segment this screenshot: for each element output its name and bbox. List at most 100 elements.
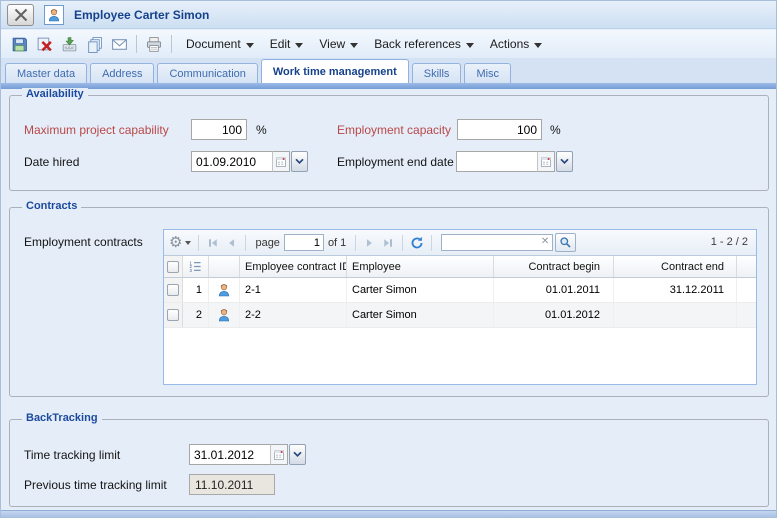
last-page-button[interactable] <box>379 234 397 252</box>
calendar-button[interactable] <box>273 151 290 172</box>
contracts-legend: Contracts <box>22 200 81 212</box>
menu-actions[interactable]: Actions <box>490 37 542 51</box>
icon-column-header[interactable] <box>209 256 240 277</box>
tab-skills[interactable]: Skills <box>412 63 462 83</box>
print-icon <box>145 36 163 53</box>
title-bar: Employee Carter Simon <box>1 1 776 29</box>
copy-icon <box>86 36 103 53</box>
tab-master-data[interactable]: Master data <box>5 63 87 83</box>
date-dropdown-button[interactable] <box>289 444 306 465</box>
mail-icon <box>111 36 128 53</box>
save-icon <box>11 36 28 53</box>
employment-end-date-input[interactable] <box>456 151 538 172</box>
checkin-button[interactable] <box>58 33 80 55</box>
contract-begin-cell: 01.01.2011 <box>494 278 614 302</box>
employment-capacity-input[interactable] <box>457 119 542 140</box>
tab-address[interactable]: Address <box>90 63 154 83</box>
grid-search-field: ✕ <box>441 234 553 251</box>
time-tracking-limit-input[interactable] <box>189 444 271 465</box>
save-button[interactable] <box>8 33 30 55</box>
chevron-down-icon <box>185 241 191 245</box>
next-page-button[interactable] <box>361 234 379 252</box>
menu-view[interactable]: View <box>319 37 358 51</box>
grid-search-input[interactable] <box>441 234 553 251</box>
last-page-icon <box>382 237 394 249</box>
search-icon <box>559 236 572 249</box>
date-dropdown-button[interactable] <box>556 151 573 172</box>
time-tracking-limit-field <box>189 444 306 465</box>
menu-back-references[interactable]: Back references <box>374 37 474 51</box>
print-button[interactable] <box>143 33 165 55</box>
delete-button[interactable] <box>33 33 55 55</box>
prev-page-button[interactable] <box>222 234 240 252</box>
employment-end-date-label: Employment end date <box>337 155 454 169</box>
search-button[interactable] <box>555 233 576 252</box>
table-row[interactable]: 1 2-1 Carter Simon 01.01.2011 31.12.2011 <box>164 278 756 303</box>
row-icon-cell <box>209 303 240 327</box>
row-icon-cell <box>209 278 240 302</box>
menu-label: Back references <box>374 37 461 51</box>
calendar-button[interactable] <box>538 151 555 172</box>
row-checkbox[interactable] <box>164 278 183 302</box>
employee-cell: Carter Simon <box>347 278 494 302</box>
toolbar-separator <box>171 35 172 53</box>
pager-separator <box>245 235 246 251</box>
grid-settings-button[interactable]: ⚙ <box>169 235 191 250</box>
employee-cell: Carter Simon <box>347 303 494 327</box>
employee-icon <box>44 5 64 25</box>
checkbox-icon <box>167 261 179 273</box>
table-row[interactable]: 2 2-2 Carter Simon 01.01.2012 <box>164 303 756 328</box>
chevron-down-icon <box>246 43 254 48</box>
checkin-icon <box>61 36 78 53</box>
max-project-capability-label: Maximum project capability <box>24 123 169 137</box>
employee-icon <box>217 283 231 297</box>
menu-document[interactable]: Document <box>186 37 254 51</box>
grid-header: 1 2 3 Employee contract ID Employee Cont… <box>164 256 756 278</box>
select-all-checkbox[interactable] <box>164 256 183 277</box>
availability-section: Availability Maximum project capability … <box>9 95 769 191</box>
close-icon <box>13 7 29 23</box>
backtracking-legend: BackTracking <box>22 412 102 424</box>
column-header-contract-id[interactable]: Employee contract ID <box>240 256 347 277</box>
employee-window: Employee Carter Simon <box>0 0 777 518</box>
percent-label: % <box>550 123 561 137</box>
page-title: Employee Carter Simon <box>74 8 209 22</box>
mail-button[interactable] <box>108 33 130 55</box>
calendar-icon <box>273 449 285 461</box>
availability-legend: Availability <box>22 88 88 100</box>
contract-id-cell: 2-2 <box>240 303 347 327</box>
first-page-icon <box>207 237 219 249</box>
column-header-contract-end[interactable]: Contract end <box>614 256 737 277</box>
refresh-button[interactable] <box>408 234 426 252</box>
copy-button[interactable] <box>83 33 105 55</box>
main-toolbar: Document Edit View Back references Actio… <box>1 30 776 58</box>
max-project-capability-input[interactable] <box>191 119 247 140</box>
contracts-grid: ⚙ page of 1 <box>163 229 757 385</box>
chevron-down-icon <box>466 43 474 48</box>
backtracking-section: BackTracking Time tracking limit Previou… <box>9 419 769 507</box>
column-header-contract-begin[interactable]: Contract begin <box>494 256 614 277</box>
previous-time-tracking-limit-label: Previous time tracking limit <box>24 478 167 492</box>
grid-paging-toolbar: ⚙ page of 1 <box>164 230 756 256</box>
calendar-icon <box>275 156 287 168</box>
menu-edit[interactable]: Edit <box>270 37 304 51</box>
toolbar-separator <box>136 35 137 53</box>
row-number-column-header[interactable]: 1 2 3 <box>183 256 209 277</box>
chevron-down-icon <box>350 43 358 48</box>
page-input[interactable] <box>284 234 324 251</box>
clear-search-icon[interactable]: ✕ <box>541 236 549 247</box>
tab-work-time-management[interactable]: Work time management <box>261 59 409 83</box>
tab-misc[interactable]: Misc <box>464 63 511 83</box>
date-dropdown-button[interactable] <box>291 151 308 172</box>
tab-communication[interactable]: Communication <box>157 63 257 83</box>
date-hired-input[interactable] <box>191 151 273 172</box>
close-button[interactable] <box>7 4 34 26</box>
checkbox-icon <box>167 284 179 296</box>
column-header-employee[interactable]: Employee <box>347 256 494 277</box>
first-page-button[interactable] <box>204 234 222 252</box>
calendar-button[interactable] <box>271 444 288 465</box>
row-number-cell: 1 <box>183 278 209 302</box>
row-checkbox[interactable] <box>164 303 183 327</box>
gear-icon: ⚙ <box>169 235 182 250</box>
time-tracking-limit-label: Time tracking limit <box>24 448 120 462</box>
